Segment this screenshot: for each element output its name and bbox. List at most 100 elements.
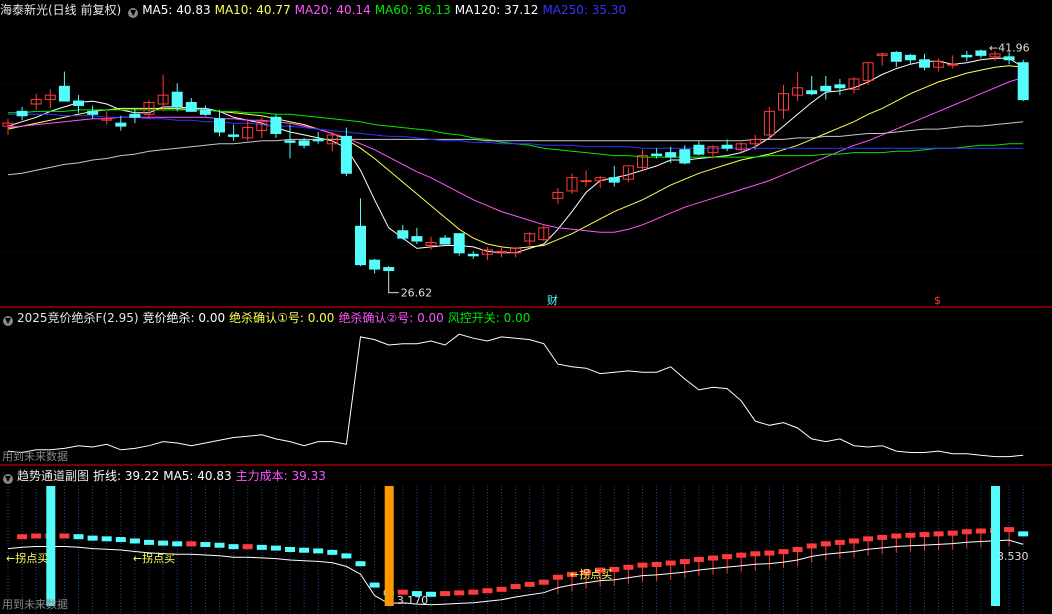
candle-body — [270, 116, 282, 134]
trend-bar — [17, 534, 28, 540]
candle-body — [890, 51, 902, 62]
candle-body — [87, 110, 99, 115]
candle-body — [312, 138, 324, 142]
candle-body — [834, 84, 846, 89]
legend-item: 竞价绝杀: 0.00 — [142, 311, 226, 325]
candle-body — [947, 63, 959, 66]
legend-item: MA20: 40.14 — [294, 3, 371, 17]
trend-bar — [299, 547, 310, 553]
trend-bar — [101, 536, 112, 542]
candle-body — [439, 237, 451, 245]
candle-body — [806, 90, 818, 95]
stock-title: 海泰新光(日线 前复权) — [0, 3, 122, 17]
trend-bar — [369, 582, 380, 588]
indicator1-legend: 竞价绝杀: 0.00 绝杀确认①号: 0.00 绝杀确认②号: 0.00 风控开关: … — [143, 311, 535, 325]
candle-body — [651, 153, 663, 157]
candle-body — [961, 54, 973, 58]
candle-body — [608, 177, 620, 183]
legend-item: 绝杀确认①号: 0.00 — [229, 311, 335, 325]
candle-body — [115, 122, 127, 127]
candle-body — [453, 233, 465, 254]
value-label: 3.530 — [997, 550, 1029, 563]
trend-bar — [341, 553, 352, 559]
legend-item: MA60: 36.13 — [374, 3, 451, 17]
trend-bar — [482, 588, 493, 594]
candle-body — [340, 135, 352, 174]
indicator-pane-2[interactable]: ←拐点买 ←拐点买 ←拐点买 3.170 3.530 ▼ 趋势通道副图 折线: 39.22 M… — [0, 466, 1052, 614]
legend-item: 主力成本: 39.33 — [235, 469, 326, 483]
settings-dropdown-icon[interactable]: ▼ — [3, 474, 13, 484]
trend-bar — [538, 579, 549, 585]
indicator-line-chart[interactable] — [0, 308, 1052, 464]
candle-body — [383, 267, 395, 272]
future-data-note: 用到未来数据 — [2, 450, 68, 463]
trend-bar — [313, 548, 324, 554]
trend-bar — [327, 549, 338, 555]
legend-item: 折线: 39.22 — [93, 469, 160, 483]
settings-dropdown-icon[interactable]: ▼ — [3, 316, 13, 326]
trend-bar — [115, 537, 126, 543]
jingjia-line — [7, 333, 1024, 458]
trend-bar — [285, 547, 295, 552]
indicator1-header: ▼ 2025竞价绝杀F(2.95) 竞价绝杀: 0.00 绝杀确认①号: 0.00 绝杀… — [0, 310, 538, 326]
indicator2-header: ▼ 趋势通道副图 折线: 39.22 MA5: 40.83 主力成本: 39.33 — [0, 468, 334, 484]
trend-bar — [200, 542, 211, 548]
trend-bar — [524, 581, 535, 587]
candle-body — [1017, 62, 1029, 101]
ma-line-ma250 — [8, 113, 1024, 149]
candle-body — [199, 109, 211, 115]
candle-body — [73, 100, 84, 106]
candle-body — [665, 152, 677, 158]
trend-bar — [256, 544, 267, 550]
signal-column — [384, 486, 394, 606]
trend-bar — [270, 545, 281, 551]
legend-item: MA10: 40.77 — [214, 3, 291, 17]
trend-bar — [172, 541, 183, 547]
trend-bar — [468, 589, 479, 595]
trend-channel-chart[interactable]: ←拐点买 ←拐点买 ←拐点买 3.170 3.530 — [0, 466, 1052, 614]
candle-body — [58, 85, 70, 102]
trend-bar — [59, 533, 70, 539]
legend-item: MA250: 35.30 — [542, 3, 627, 17]
trend-bar — [158, 540, 169, 546]
settings-dropdown-icon[interactable]: ▼ — [128, 8, 139, 18]
trend-bar — [1018, 531, 1029, 537]
candle-body — [228, 134, 240, 137]
candle-body — [721, 144, 733, 149]
buy-signal-label: ←拐点买 — [133, 551, 175, 565]
ma-line-ma20 — [7, 77, 1024, 233]
candle-body — [679, 149, 691, 164]
candlestick-chart[interactable]: ←41.96 26.62 财 $ — [0, 0, 1052, 306]
candle-body — [411, 236, 423, 242]
trend-bar — [496, 586, 507, 592]
candle-body — [820, 85, 832, 92]
trend-bar — [228, 544, 239, 550]
main-legend: MA5: 40.83 MA10: 40.77 MA20: 40.14 MA60: 36… — [142, 3, 630, 17]
low-price-pointer — [388, 276, 399, 294]
candle-body — [693, 144, 705, 155]
legend-item: MA5: 40.83 — [163, 469, 232, 483]
signal-column — [46, 486, 56, 606]
trend-bar — [31, 533, 42, 539]
trend-bar — [73, 534, 84, 540]
candle-body — [185, 102, 197, 112]
candle-body — [975, 50, 987, 56]
candle-body — [355, 225, 366, 266]
trend-bar — [440, 591, 451, 597]
ma-line-ma5 — [7, 57, 1024, 254]
main-chart-header: 海泰新光(日线 前复权) ▼ MA5: 40.83 MA10: 40.77 MA20: … — [0, 2, 634, 18]
future-data-note: 用到未来数据 — [2, 598, 68, 611]
indicator-pane-1[interactable]: ▼ 2025竞价绝杀F(2.95) 竞价绝杀: 0.00 绝杀确认①号: 0.00 绝杀… — [0, 308, 1052, 464]
candle-body — [16, 110, 28, 117]
trend-bar — [144, 539, 154, 545]
event-marker: $ — [934, 294, 941, 306]
trend-bar — [214, 542, 225, 548]
main-chart-pane[interactable]: ←41.96 26.62 财 $ 海泰新光(日线 前复权) ▼ MA5: 40.83 MA1… — [0, 0, 1052, 306]
candle-body — [397, 230, 409, 239]
trend-bar — [242, 544, 253, 550]
candle-body — [467, 253, 479, 257]
trend-bar — [186, 541, 197, 547]
trend-bar — [129, 538, 140, 544]
low-price-label: 26.62 — [401, 287, 433, 300]
candle-body — [214, 118, 225, 133]
